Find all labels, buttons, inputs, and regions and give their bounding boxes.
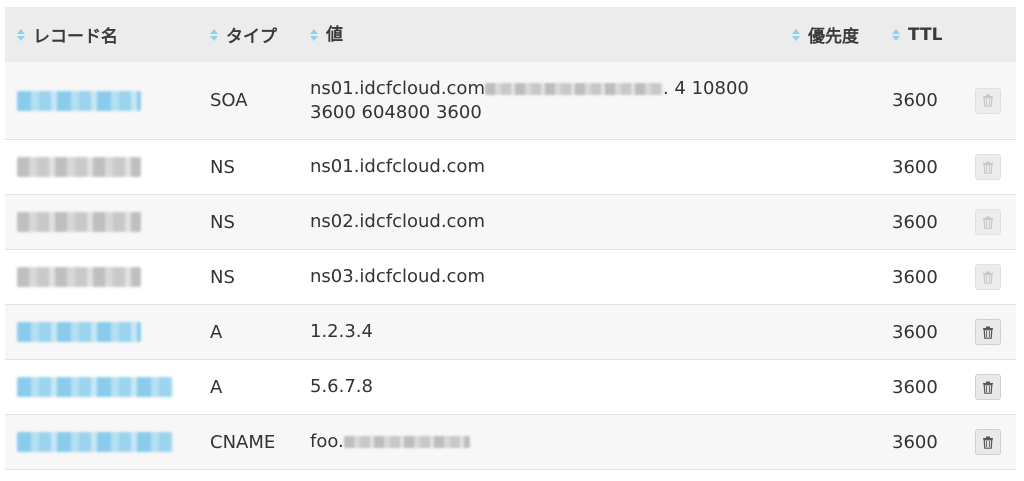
table-row: NS ns01.idcfcloud.com 3600 xyxy=(5,140,1016,195)
record-ttl: 3600 xyxy=(892,321,938,343)
record-name xyxy=(17,267,141,287)
record-value: ns02.idcfcloud.com xyxy=(310,211,485,232)
delete-button[interactable] xyxy=(975,429,1001,455)
sort-icon[interactable] xyxy=(892,27,902,43)
delete-cell xyxy=(973,62,1003,139)
trash-icon xyxy=(983,436,993,449)
delete-button[interactable] xyxy=(975,374,1001,400)
delete-button[interactable] xyxy=(975,154,1001,180)
dns-records-table: レコード名 タイプ 値 優先度 TTL SOA ns01.idcfcloud.c… xyxy=(5,7,1016,470)
delete-button[interactable] xyxy=(975,209,1001,235)
record-name-link[interactable] xyxy=(17,90,141,111)
record-type: NS xyxy=(210,266,235,288)
redacted-text xyxy=(343,436,470,448)
record-type: SOA xyxy=(210,90,248,111)
record-name-cell xyxy=(17,360,197,414)
column-header-ttl[interactable]: TTL xyxy=(892,7,962,62)
trash-icon xyxy=(983,381,993,394)
record-ttl: 3600 xyxy=(892,431,938,453)
table-row: SOA ns01.idcfcloud.com . 4 10800 3600 604… xyxy=(5,62,1016,140)
record-name-cell xyxy=(17,195,197,249)
column-header-priority[interactable]: 優先度 xyxy=(792,7,882,62)
record-type: NS xyxy=(210,211,235,233)
column-header-label: TTL xyxy=(908,24,943,45)
record-value: ns01.idcfcloud.com . 4 10800 3600 604800 … xyxy=(310,62,780,139)
delete-cell xyxy=(973,140,1003,194)
record-name xyxy=(17,157,141,177)
delete-cell xyxy=(973,305,1003,359)
record-value-line2: 3600 604800 3600 xyxy=(310,101,482,123)
record-name-cell xyxy=(17,140,197,194)
record-ttl: 3600 xyxy=(892,90,938,111)
table-row: CNAME foo. 3600 xyxy=(5,415,1016,470)
column-header-label: タイプ xyxy=(226,27,277,47)
table-row: NS ns03.idcfcloud.com 3600 xyxy=(5,250,1016,305)
record-name-cell xyxy=(17,62,197,139)
record-ttl: 3600 xyxy=(892,376,938,398)
sort-icon[interactable] xyxy=(310,27,320,43)
record-name-cell xyxy=(17,415,197,469)
record-value-prefix: foo. xyxy=(310,431,344,452)
record-type: CNAME xyxy=(210,431,276,453)
column-header-value[interactable]: 値 xyxy=(310,7,780,62)
record-type: A xyxy=(210,321,223,343)
table-header: レコード名 タイプ 値 優先度 TTL xyxy=(5,7,1016,62)
column-header-type[interactable]: タイプ xyxy=(210,7,300,62)
column-header-label: 優先度 xyxy=(808,27,859,47)
delete-cell xyxy=(973,250,1003,304)
record-ttl: 3600 xyxy=(892,156,938,178)
column-header-record-name[interactable]: レコード名 xyxy=(17,7,197,62)
record-value-suffix: . 4 10800 xyxy=(662,77,749,99)
table-row: A 1.2.3.4 3600 xyxy=(5,305,1016,360)
record-value: 1.2.3.4 xyxy=(310,321,373,342)
delete-cell xyxy=(973,415,1003,469)
record-name-cell xyxy=(17,250,197,304)
record-name-link[interactable] xyxy=(17,377,173,397)
record-value: 5.6.7.8 xyxy=(310,376,373,397)
record-ttl: 3600 xyxy=(892,266,938,288)
record-type: A xyxy=(210,376,223,398)
trash-icon xyxy=(983,216,993,229)
delete-cell xyxy=(973,195,1003,249)
sort-icon[interactable] xyxy=(17,27,27,43)
record-type: NS xyxy=(210,156,235,178)
record-ttl: 3600 xyxy=(892,211,938,233)
delete-button[interactable] xyxy=(975,87,1001,114)
delete-button[interactable] xyxy=(975,319,1001,345)
redacted-text xyxy=(484,82,663,95)
column-header-label: 値 xyxy=(326,24,343,45)
record-value: foo. xyxy=(310,415,780,469)
record-value-prefix: ns01.idcfcloud.com xyxy=(310,77,485,99)
table-row: A 5.6.7.8 3600 xyxy=(5,360,1016,415)
trash-icon xyxy=(983,326,993,339)
record-name-cell xyxy=(17,305,197,359)
record-name-link[interactable] xyxy=(17,322,141,342)
delete-cell xyxy=(973,360,1003,414)
column-header-label: レコード名 xyxy=(33,27,118,47)
sort-icon[interactable] xyxy=(210,27,220,43)
delete-button[interactable] xyxy=(975,264,1001,290)
sort-icon[interactable] xyxy=(792,27,802,43)
record-value: ns03.idcfcloud.com xyxy=(310,266,485,287)
record-name xyxy=(17,212,141,232)
trash-icon xyxy=(983,94,993,107)
record-name-link[interactable] xyxy=(17,432,173,452)
trash-icon xyxy=(983,161,993,174)
record-value: ns01.idcfcloud.com xyxy=(310,156,485,177)
trash-icon xyxy=(983,271,993,284)
table-row: NS ns02.idcfcloud.com 3600 xyxy=(5,195,1016,250)
